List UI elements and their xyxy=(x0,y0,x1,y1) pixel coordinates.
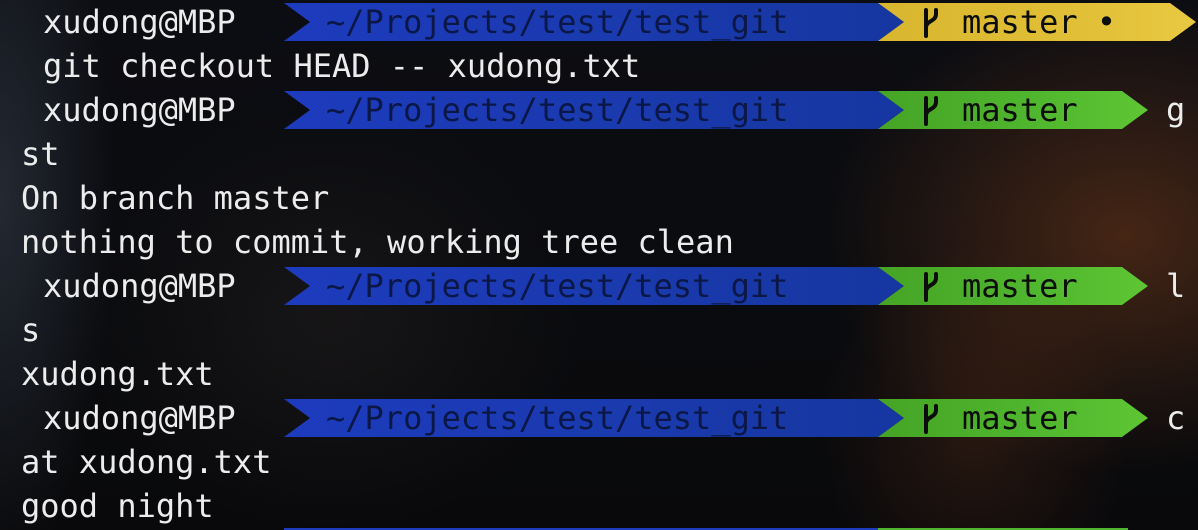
prompt-path: ~/Projects/test/test_git xyxy=(326,267,789,305)
prompt-branch: master xyxy=(962,267,1078,305)
prompt-path-segment: ~/Projects/test/test_git xyxy=(284,91,904,129)
command-text: l xyxy=(1166,267,1186,305)
prompt-path: ~/Projects/test/test_git xyxy=(326,3,789,41)
command-text: at xudong.txt xyxy=(21,443,272,481)
output-line: git checkout HEAD -- xudong.txt xyxy=(0,44,1198,88)
output-line: s xyxy=(0,308,1198,352)
prompt-branch: master xyxy=(962,91,1078,129)
prompt-git-segment: master xyxy=(878,267,1148,305)
output-text: xudong.txt xyxy=(21,355,214,393)
git-branch-icon xyxy=(918,404,944,434)
output-line: nothing to commit, working tree clean xyxy=(0,220,1198,264)
prompt-git-segment: master • xyxy=(878,3,1196,41)
git-branch-icon xyxy=(918,272,944,302)
output-line: On branch master xyxy=(0,176,1198,220)
prompt-path: ~/Projects/test/test_git xyxy=(326,91,789,129)
command-text: st xyxy=(21,135,60,173)
prompt-path-segment: ~/Projects/test/test_git xyxy=(284,399,904,437)
command-text: s xyxy=(21,311,41,349)
prompt-git-segment: master xyxy=(878,399,1148,437)
git-branch-icon xyxy=(918,8,944,38)
prompt-branch: master xyxy=(962,399,1078,437)
prompt-user: xudong@MBP xyxy=(43,91,236,129)
output-line: xudong.txt xyxy=(0,352,1198,396)
git-branch-icon xyxy=(918,96,944,126)
command-text: c xyxy=(1166,399,1186,437)
output-text: nothing to commit, working tree clean xyxy=(21,223,734,261)
prompt-user: xudong@MBP xyxy=(43,399,236,437)
prompt-user: xudong@MBP xyxy=(43,3,236,41)
prompt-branch-status: master • xyxy=(962,3,1117,41)
prompt-user: xudong@MBP xyxy=(43,267,236,305)
output-line: st xyxy=(0,132,1198,176)
prompt-line: xudong@MBP ~/Projects/test/test_git mast… xyxy=(0,0,1198,44)
command-text: git checkout HEAD -- xudong.txt xyxy=(43,47,641,85)
output-text: On branch master xyxy=(21,179,330,217)
command-text: g xyxy=(1166,91,1186,129)
prompt-line: xudong@MBP ~/Projects/test/test_git mast… xyxy=(0,264,1198,308)
output-line: at xudong.txt xyxy=(0,440,1198,484)
prompt-line: xudong@MBP ~/Projects/test/test_git mast… xyxy=(0,396,1198,440)
prompt-path-segment: ~/Projects/test/test_git xyxy=(284,3,904,41)
prompt-path-segment: ~/Projects/test/test_git xyxy=(284,267,904,305)
terminal-output[interactable]: xudong@MBP ~/Projects/test/test_git mast… xyxy=(0,0,1198,530)
prompt-git-segment: master xyxy=(878,91,1148,129)
output-text: good night xyxy=(21,487,214,525)
prompt-path: ~/Projects/test/test_git xyxy=(326,399,789,437)
output-line: good night xyxy=(0,484,1198,528)
prompt-line: xudong@MBP ~/Projects/test/test_git mast… xyxy=(0,88,1198,132)
